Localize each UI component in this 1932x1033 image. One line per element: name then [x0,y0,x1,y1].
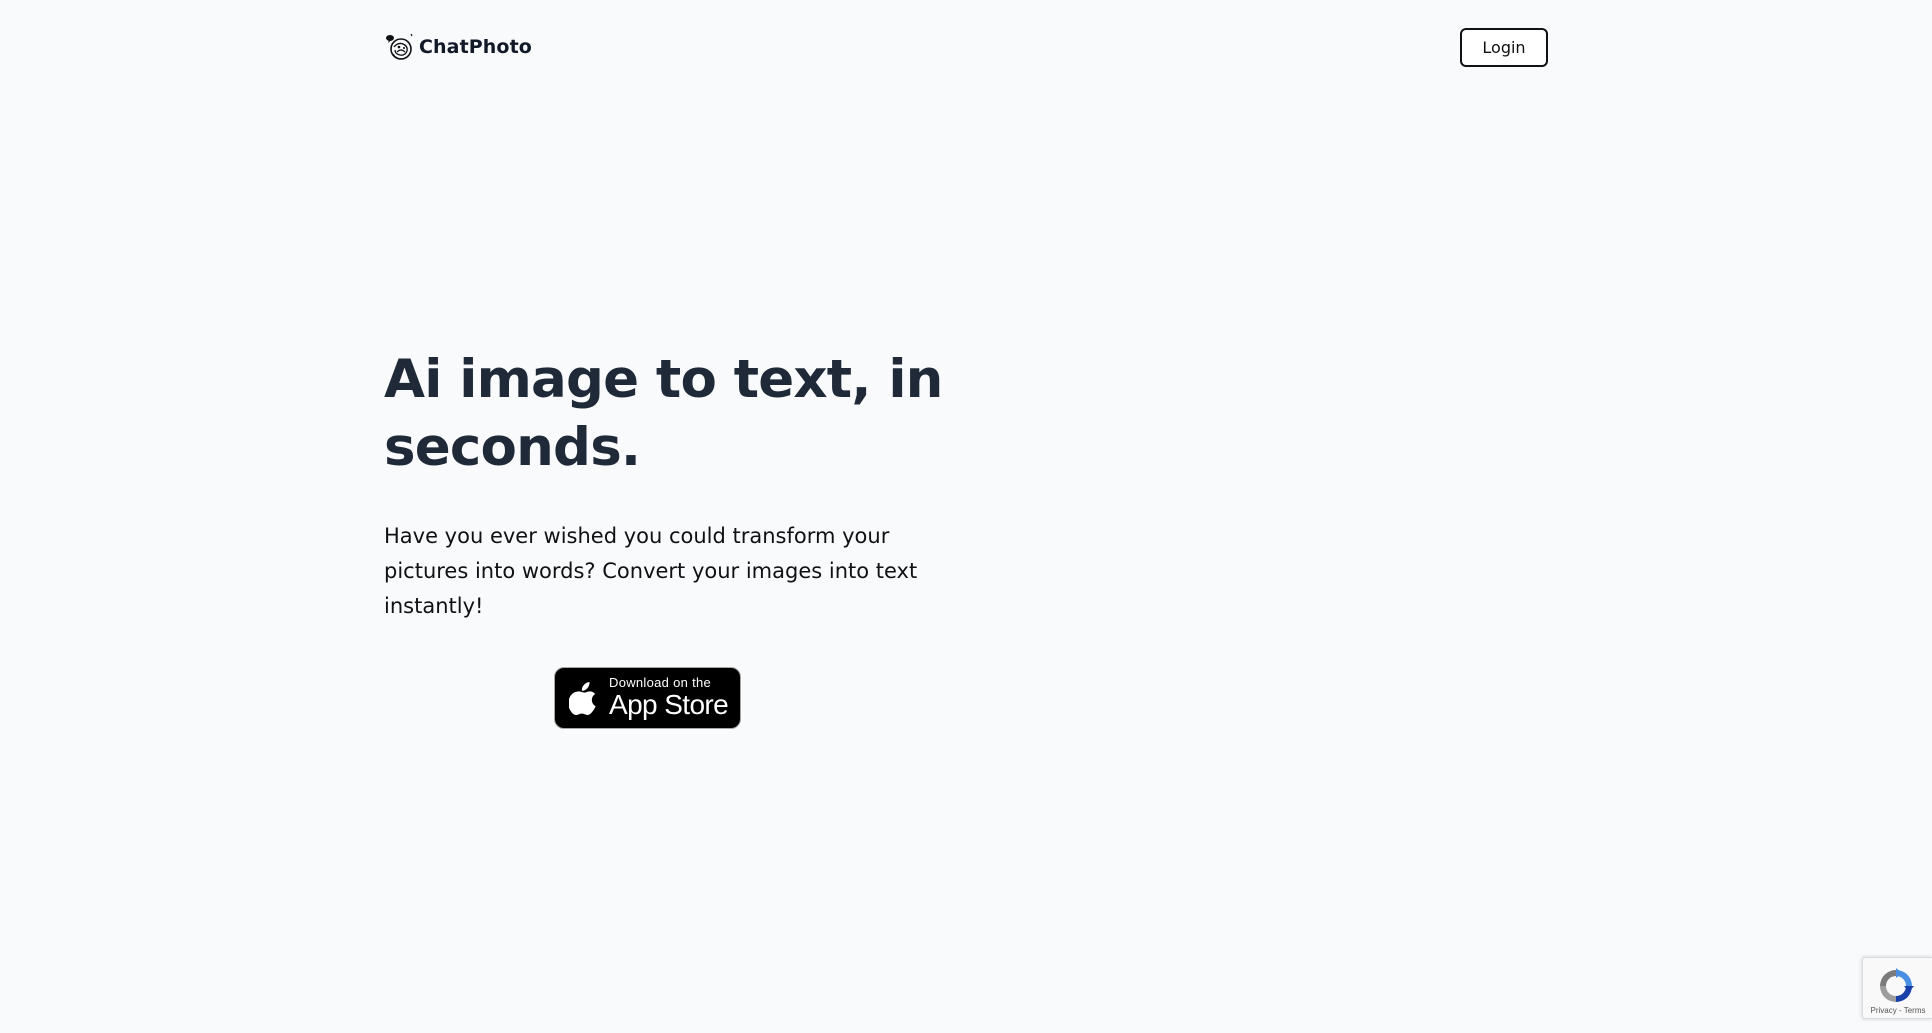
recaptcha-badge[interactable]: Privacy - Terms [1862,957,1932,1019]
app-store-big-text: App Store [609,689,729,720]
hero-title-line-2: seconds. [384,417,641,478]
hero-title-line-1: Ai image to text, in [384,349,943,410]
login-button[interactable]: Login [1460,28,1548,67]
recaptcha-links: Privacy - Terms [1863,1006,1932,1015]
app-store-small-text: Download on the [609,675,712,690]
hero-description: Have you ever wished you could transform… [384,524,918,618]
recaptcha-privacy-link[interactable]: Privacy [1871,1006,1897,1015]
brand-name: ChatPhoto [419,36,532,58]
apple-icon [569,682,596,715]
chatphoto-logo-icon [386,33,413,60]
recaptcha-separator: - [1896,1006,1904,1015]
brand-link[interactable]: ChatPhoto [384,30,532,64]
app-store-text: Download on the App Store [609,675,729,720]
hero-title: Ai image to text, in seconds. [384,346,944,482]
recaptcha-terms-link[interactable]: Terms [1904,1006,1926,1015]
page: ChatPhoto Login Ai image to text, in sec… [0,0,1932,1033]
recaptcha-icon [1880,968,1914,1002]
site-header: ChatPhoto Login [384,26,1548,70]
app-store-download-button[interactable]: Download on the App Store [554,667,741,729]
